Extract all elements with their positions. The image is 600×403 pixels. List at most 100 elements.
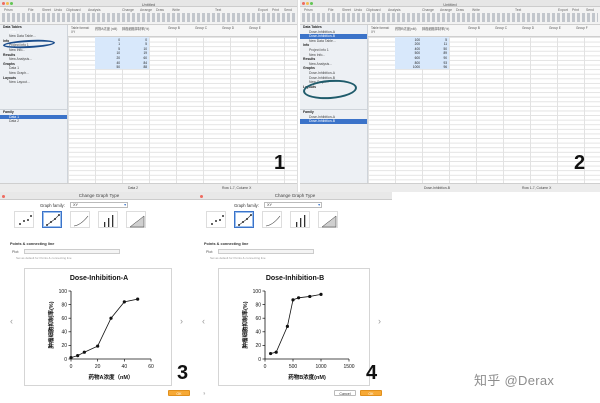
- thumb-spikes[interactable]: [98, 211, 118, 228]
- toolbar-group-sheet[interactable]: Sheet: [42, 8, 51, 12]
- cell-y-6[interactable]: 96: [425, 65, 447, 69]
- status-sheet-name[interactable]: Data 2: [128, 186, 138, 190]
- thumb-scatter[interactable]: [206, 211, 226, 228]
- cell-x-4[interactable]: 20: [98, 56, 120, 60]
- table-format-value[interactable]: XY: [371, 30, 375, 34]
- cancel-button[interactable]: Cancel: [334, 390, 356, 396]
- col-group-c[interactable]: Group C: [495, 26, 507, 30]
- help-button[interactable]: ?: [203, 391, 205, 396]
- thumb-scatter[interactable]: [14, 211, 34, 228]
- table-format-value[interactable]: XY: [71, 30, 75, 34]
- close-dialog-button[interactable]: [200, 194, 203, 198]
- toolbar-group-send[interactable]: Send: [586, 8, 594, 12]
- toolbar-icons[interactable]: [302, 13, 598, 22]
- cell-y-2[interactable]: 50: [425, 47, 447, 51]
- cell-x-4[interactable]: 600: [398, 56, 420, 60]
- family-item-dose-b[interactable]: Dose-Inhibition-B: [300, 119, 367, 124]
- next-arrow-icon-dialog-a[interactable]: ›: [180, 316, 183, 326]
- toolbar-group-text[interactable]: Text: [515, 8, 521, 12]
- thumb-points-line[interactable]: [42, 211, 62, 228]
- toolbar-group-write[interactable]: Write: [172, 8, 180, 12]
- toolbar-group-prism[interactable]: Prism: [304, 8, 313, 12]
- family-item-data-2[interactable]: Data 2: [0, 119, 67, 124]
- prev-arrow-icon[interactable]: ‹: [202, 316, 205, 326]
- cell-x-5[interactable]: 40: [98, 61, 120, 65]
- sidebar-item-new-layout[interactable]: New Layout...: [0, 80, 67, 85]
- cell-y-4[interactable]: 90: [425, 56, 447, 60]
- cell-y-2[interactable]: 10: [125, 47, 147, 51]
- cell-y-0[interactable]: 5: [425, 38, 447, 42]
- toolbar-group-file[interactable]: File: [28, 8, 33, 12]
- toolbar-group-clipboard[interactable]: Clipboard: [366, 8, 381, 12]
- ok-button[interactable]: OK: [360, 390, 382, 396]
- toolbar-group-clipboard[interactable]: Clipboard: [66, 8, 81, 12]
- col-group-e[interactable]: Group E: [249, 26, 261, 30]
- col-x-header[interactable]: 药物B浓度(nM): [395, 26, 416, 31]
- cell-x-3[interactable]: 10: [98, 51, 120, 55]
- toolbar-group-arrange[interactable]: Arrange: [440, 8, 452, 12]
- toolbar-group-analysis[interactable]: Analysis: [88, 8, 101, 12]
- cell-x-6[interactable]: 1000: [398, 65, 420, 69]
- toolbar-group-analysis[interactable]: Analysis: [388, 8, 401, 12]
- cell-x-0[interactable]: 0: [98, 38, 120, 42]
- prev-arrow-icon[interactable]: ‹: [10, 316, 13, 326]
- cell-x-3[interactable]: 500: [398, 51, 420, 55]
- col-x-header[interactable]: 药物A浓度 (nM): [95, 26, 117, 31]
- cell-x-1[interactable]: 200: [398, 42, 420, 46]
- col-y-header[interactable]: 肿瘤细胞抑制率(%): [422, 26, 449, 31]
- toolbar-group-send[interactable]: Send: [284, 8, 292, 12]
- col-group-b[interactable]: Group B: [468, 26, 480, 30]
- col-group-d[interactable]: Group D: [522, 26, 534, 30]
- col-group-d[interactable]: Group D: [222, 26, 234, 30]
- toolbar-group-sheet[interactable]: Sheet: [342, 8, 351, 12]
- toolbar-group-change[interactable]: Change: [122, 8, 134, 12]
- thumb-points-line[interactable]: [234, 211, 254, 228]
- col-group-e[interactable]: Group E: [549, 26, 561, 30]
- cell-x-6[interactable]: 50: [98, 65, 120, 69]
- cell-x-5[interactable]: 800: [398, 61, 420, 65]
- cell-x-2[interactable]: 400: [398, 47, 420, 51]
- thumb-area[interactable]: [126, 211, 146, 228]
- toolbar-group-write[interactable]: Write: [472, 8, 480, 12]
- toolbar-group-print[interactable]: Print: [572, 8, 579, 12]
- toolbar-group-file[interactable]: File: [328, 8, 333, 12]
- thumb-spikes[interactable]: [290, 211, 310, 228]
- toolbar-group-undo[interactable]: Undo: [54, 8, 62, 12]
- cell-y-5[interactable]: 93: [425, 61, 447, 65]
- toolbar-group-export[interactable]: Export: [558, 8, 568, 12]
- toolbar-group-arrange[interactable]: Arrange: [140, 8, 152, 12]
- toolbar-group-undo[interactable]: Undo: [354, 8, 362, 12]
- status-sheet-name[interactable]: Dose-Inhibition-B: [424, 186, 450, 190]
- thumb-area[interactable]: [318, 211, 338, 228]
- cell-y-0[interactable]: 0: [125, 38, 147, 42]
- cell-x-0[interactable]: 100: [398, 38, 420, 42]
- cell-y-1[interactable]: 11: [425, 42, 447, 46]
- ok-button-dialog-a[interactable]: OK: [168, 390, 190, 396]
- cell-y-6[interactable]: 88: [125, 65, 147, 69]
- col-y-header[interactable]: 肿瘤细胞抑制率(%): [122, 26, 149, 31]
- toolbar-group-export[interactable]: Export: [258, 8, 268, 12]
- toolbar-group-draw[interactable]: Draw: [156, 8, 164, 12]
- graph-family-select[interactable]: XY: [264, 202, 322, 208]
- toolbar-group-text[interactable]: Text: [215, 8, 221, 12]
- cell-y-1[interactable]: 5: [125, 42, 147, 46]
- col-group-c[interactable]: Group C: [195, 26, 207, 30]
- cell-x-2[interactable]: 5: [98, 47, 120, 51]
- plot-select[interactable]: [218, 249, 314, 254]
- cell-y-5[interactable]: 84: [125, 61, 147, 65]
- cell-y-3[interactable]: 19: [125, 51, 147, 55]
- toolbar-group-prism[interactable]: Prism: [4, 8, 13, 12]
- cell-y-3[interactable]: 89: [425, 51, 447, 55]
- toolbar-group-draw[interactable]: Draw: [456, 8, 464, 12]
- thumb-line[interactable]: [262, 211, 282, 228]
- cell-x-1[interactable]: 1: [98, 42, 120, 46]
- close-dialog-button[interactable]: [2, 194, 5, 198]
- thumb-line[interactable]: [70, 211, 90, 228]
- cell-y-4[interactable]: 60: [125, 56, 147, 60]
- toolbar-group-print[interactable]: Print: [272, 8, 279, 12]
- toolbar-icons[interactable]: [2, 13, 295, 22]
- next-arrow-icon[interactable]: ›: [378, 316, 381, 326]
- toolbar-group-change[interactable]: Change: [422, 8, 434, 12]
- graph-family-select[interactable]: XY: [70, 202, 128, 208]
- col-group-b[interactable]: Group B: [168, 26, 180, 30]
